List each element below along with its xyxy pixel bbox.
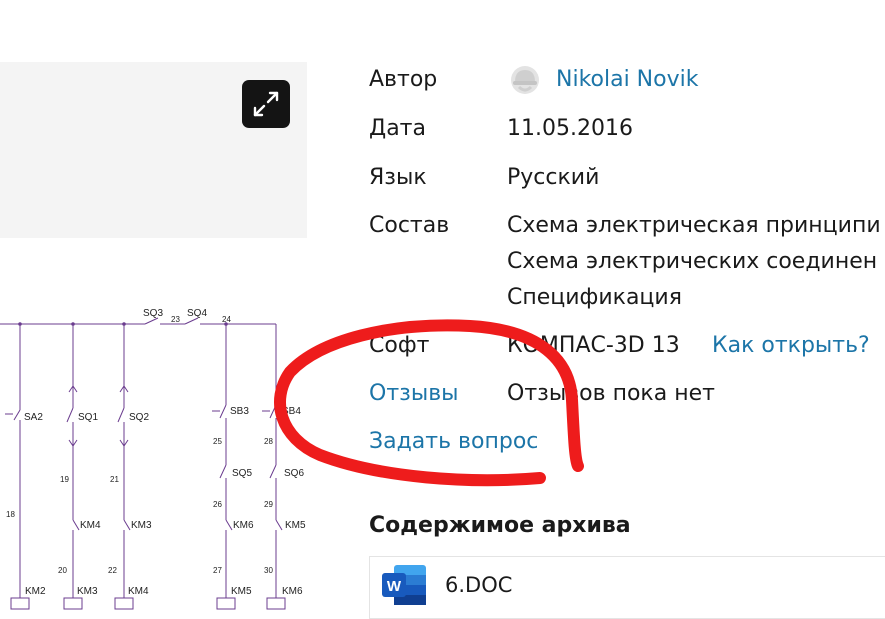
schematic-label: KM3 (77, 586, 98, 597)
schematic-label: 30 (264, 566, 273, 575)
schematic-label: 20 (58, 566, 67, 575)
schematic-label: 27 (213, 566, 222, 575)
schematic-label: SQ4 (187, 308, 207, 319)
contents-item: Спецификация (507, 285, 682, 310)
schematic-label: SQ2 (129, 412, 149, 423)
date-label: Дата (369, 116, 426, 141)
schematic-label: 21 (110, 475, 119, 484)
contents-item: Схема электрических соединен (507, 249, 878, 274)
schematic-label: SQ5 (232, 468, 252, 479)
date-value: 11.05.2016 (507, 116, 633, 141)
schematic-label: KM2 (25, 586, 46, 597)
schematic-label: 19 (60, 475, 69, 484)
reviews-link[interactable]: Отзывы (369, 376, 459, 412)
contents-item: Схема электрическая принципи (507, 213, 881, 238)
schematic-drawing: SQ3 23 SQ4 24 SA2 SQ1 SQ2 SB3 SB4 25 28 … (0, 308, 306, 610)
schematic-label: KM6 (233, 520, 254, 531)
expand-preview-button[interactable] (242, 80, 290, 128)
archive-title: Содержимое архива (369, 513, 631, 538)
avatar-icon (511, 66, 539, 94)
schematic-label: KM3 (131, 520, 152, 531)
soft-label: Софт (369, 333, 430, 358)
soft-value: КОМПАС-3D 13 (507, 333, 680, 358)
schematic-label: 18 (6, 510, 15, 519)
author-link[interactable]: Nikolai Novik (556, 62, 698, 98)
schematic-label: 29 (264, 500, 273, 509)
how-to-open-link[interactable]: Как открыть? (712, 328, 870, 364)
schematic-label: 24 (222, 315, 231, 324)
schematic-label: KM5 (285, 520, 306, 531)
expand-icon (253, 91, 279, 117)
reviews-value: Отзывов пока нет (507, 381, 715, 406)
archive-file-name[interactable]: 6.DOC (445, 567, 512, 603)
svg-text:W: W (387, 578, 402, 595)
ask-question-link[interactable]: Задать вопрос (369, 424, 538, 460)
word-doc-icon: W (382, 565, 426, 605)
schematic-label: SQ6 (284, 468, 304, 479)
schematic-label: SB3 (230, 406, 249, 417)
contents-label: Состав (369, 213, 450, 238)
schematic-label: SQ3 (143, 308, 163, 319)
schematic-label: KM6 (282, 586, 303, 597)
schematic-label: 22 (108, 566, 117, 575)
schematic-label: KM4 (128, 586, 149, 597)
schematic-label: KM4 (80, 520, 101, 531)
schematic-label: KM5 (231, 586, 252, 597)
author-label: Автор (369, 67, 438, 92)
schematic-label: 28 (264, 437, 273, 446)
schematic-label: SA2 (24, 412, 43, 423)
schematic-label: SB4 (282, 406, 301, 417)
language-label: Язык (369, 165, 427, 190)
schematic-label: 25 (213, 437, 222, 446)
schematic-label: 23 (171, 315, 180, 324)
language-value: Русский (507, 165, 600, 190)
schematic-label: SQ1 (78, 412, 98, 423)
schematic-label: 26 (213, 500, 222, 509)
